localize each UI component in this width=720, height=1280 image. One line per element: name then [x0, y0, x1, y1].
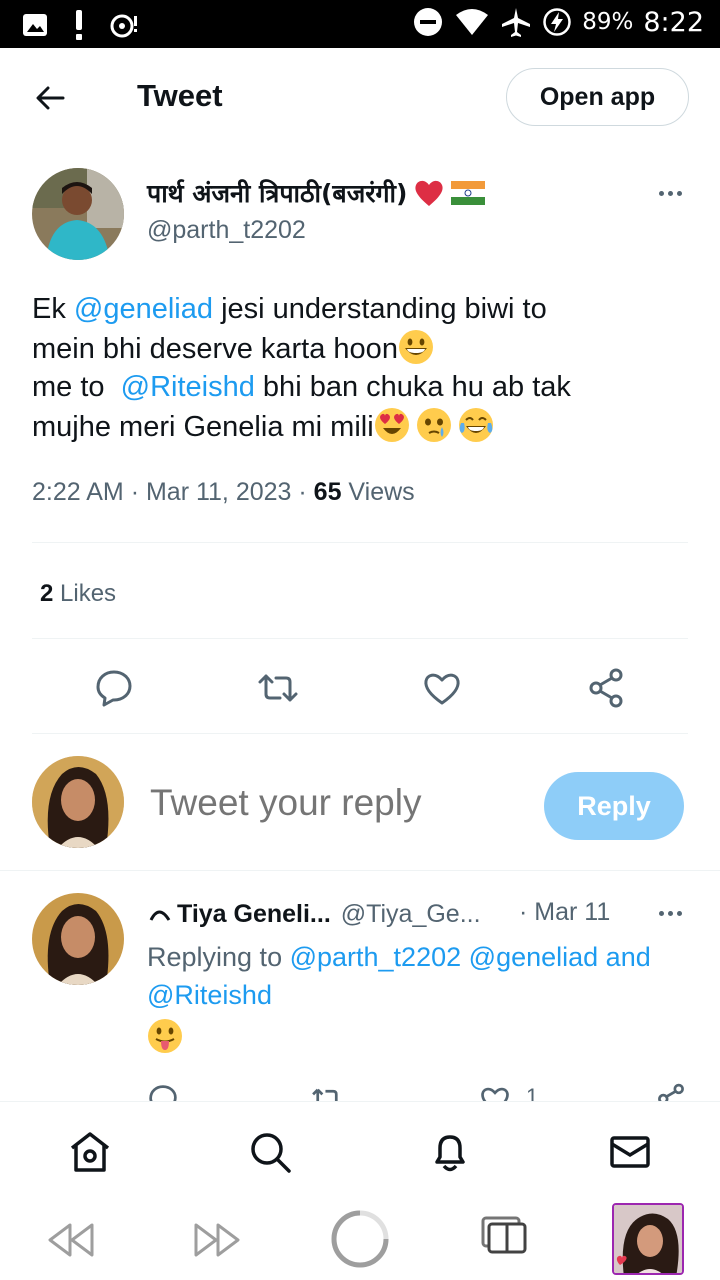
back-button[interactable]	[28, 76, 72, 120]
likes-label: Likes	[53, 580, 117, 607]
red-heart-icon	[415, 180, 444, 206]
clock: 8:22	[643, 6, 704, 38]
author-name[interactable]: पार्थ अंजनी त्रिपाठी(बजरंगी)	[147, 176, 486, 210]
status-bar: 89% 8:22	[0, 0, 720, 48]
fast-forward-icon[interactable]	[192, 1223, 242, 1257]
likes-count: 2	[40, 580, 54, 607]
arc-icon	[149, 910, 171, 921]
views-label: Views	[341, 478, 415, 506]
likes-summary[interactable]: 2 Likes	[40, 580, 116, 608]
like-icon[interactable]	[420, 666, 464, 710]
tweet-time[interactable]: 2:22 AM	[32, 478, 124, 506]
more-icon[interactable]	[650, 178, 690, 208]
retweet-icon[interactable]	[256, 666, 300, 710]
retweet-icon[interactable]	[310, 1082, 344, 1102]
battery-charging-icon	[543, 8, 571, 36]
separator: ·	[298, 478, 314, 506]
media-notification-icon	[110, 14, 137, 38]
mention-link[interactable]: @Riteishd	[147, 980, 272, 1010]
reply-header: Tiya Geneli... @Tiya_Ge... · Mar 11	[147, 898, 647, 930]
like-count: 1	[526, 1084, 539, 1102]
reply-icon[interactable]	[146, 1082, 180, 1102]
author-name-text: पार्थ अंजनी त्रिपाठी(बजरंगी)	[147, 179, 408, 208]
divider	[32, 638, 688, 639]
open-app-button[interactable]: Open app	[506, 68, 689, 126]
search-icon[interactable]	[248, 1130, 292, 1174]
airplane-mode-icon	[502, 8, 531, 37]
like-icon[interactable]	[478, 1082, 512, 1102]
reply-author-avatar[interactable]	[32, 893, 124, 985]
reply-input[interactable]	[150, 782, 510, 824]
home-icon[interactable]	[68, 1130, 112, 1174]
mention-link[interactable]: @geneliad	[469, 942, 599, 972]
tweet-line: mujhe meri Genelia mi mili	[32, 407, 692, 447]
heart-eyes-icon	[374, 407, 409, 442]
bottom-nav	[0, 1101, 720, 1197]
tears-of-joy-icon	[458, 407, 493, 442]
separator: ·	[130, 478, 146, 506]
tweet-line: Ek @geneliad jesi understanding biwi to	[32, 293, 547, 325]
tabs-icon[interactable]	[480, 1215, 528, 1255]
back-arrow-icon	[36, 86, 65, 110]
divider	[0, 870, 720, 871]
author-avatar[interactable]	[32, 168, 124, 260]
page-title: Tweet	[137, 78, 223, 113]
grinning-face-icon	[398, 329, 433, 364]
header: Tweet Open app	[0, 48, 720, 146]
divider	[32, 733, 688, 734]
alert-notification-icon	[76, 10, 82, 40]
rewind-icon[interactable]	[46, 1223, 96, 1257]
current-user-avatar[interactable]	[32, 756, 124, 848]
replying-to: Replying to @parth_t2202 @geneliad and @R…	[147, 942, 651, 1010]
reply-date[interactable]: · Mar 11	[519, 898, 610, 927]
mention-link[interactable]: @geneliad	[74, 293, 213, 325]
more-icon[interactable]	[650, 898, 690, 928]
gallery-notification-icon	[23, 14, 47, 36]
mention-link[interactable]: @parth_t2202	[290, 942, 462, 972]
reply-actions: 1	[0, 1078, 720, 1102]
mention-link[interactable]: @Riteishd	[121, 371, 255, 403]
loading-spinner-icon[interactable]	[330, 1209, 390, 1269]
do-not-disturb-icon	[414, 8, 443, 36]
tweet-text: Ek @geneliad jesi understanding biwi to …	[32, 290, 692, 446]
tongue-out-icon	[148, 1019, 182, 1053]
reply-icon[interactable]	[92, 666, 136, 710]
tweet-line: me to @Riteishd bhi ban chuka hu ab tak	[32, 371, 571, 403]
views-count: 65	[313, 478, 342, 506]
wifi-icon	[456, 9, 489, 35]
face-holding-back-tears-icon	[416, 407, 451, 442]
reply-author-handle[interactable]: @Tiya_Ge...	[341, 900, 481, 929]
divider	[32, 542, 688, 543]
india-flag-icon	[451, 181, 486, 205]
battery-percent: 89%	[582, 9, 634, 35]
tweet-actions	[0, 666, 720, 710]
author-handle[interactable]: @parth_t2202	[147, 216, 306, 245]
reply-author-name[interactable]: Tiya Geneli...	[177, 900, 331, 929]
reply-button[interactable]: Reply	[544, 772, 684, 840]
tweet-date[interactable]: Mar 11, 2023	[146, 478, 291, 506]
browser-toolbar	[0, 1197, 720, 1280]
share-icon[interactable]	[654, 1082, 688, 1102]
tweet-meta: 2:22 AM · Mar 11, 2023 · 65 Views	[32, 478, 415, 507]
bell-icon[interactable]	[428, 1130, 472, 1174]
tweet-line: mein bhi deserve karta hoon	[32, 329, 692, 369]
share-icon[interactable]	[584, 666, 628, 710]
mail-icon[interactable]	[608, 1130, 652, 1174]
profile-thumbnail[interactable]	[612, 1203, 684, 1275]
